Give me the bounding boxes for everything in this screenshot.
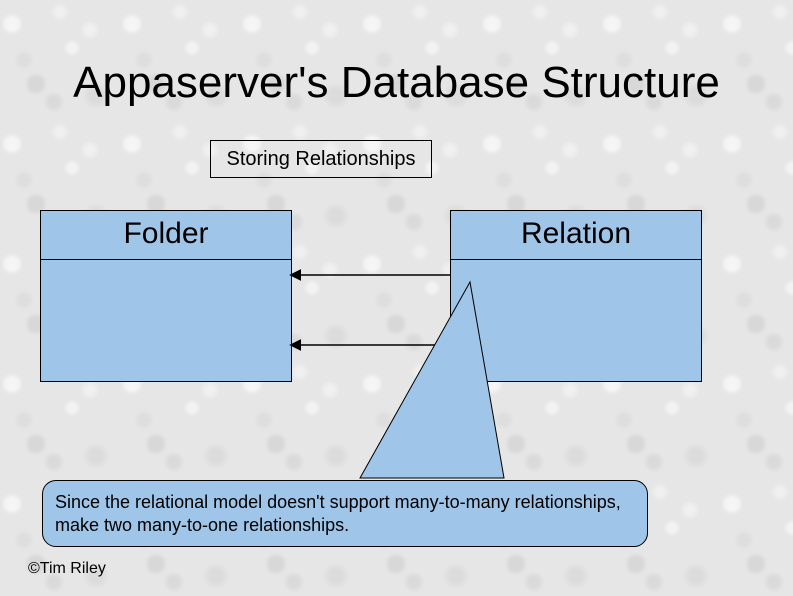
- copyright: ©Tim Riley: [28, 560, 106, 578]
- subtitle-box: Storing Relationships: [210, 140, 432, 178]
- entity-folder: Folder: [40, 210, 292, 382]
- entity-folder-header: Folder: [41, 211, 291, 260]
- entity-relation-header: Relation: [451, 211, 701, 260]
- slide-title: Appaserver's Database Structure: [0, 58, 793, 108]
- entity-relation: Relation: [450, 210, 702, 382]
- note-callout: Since the relational model doesn't suppo…: [42, 480, 648, 547]
- note-text: Since the relational model doesn't suppo…: [55, 492, 621, 535]
- subtitle-text: Storing Relationships: [227, 148, 416, 171]
